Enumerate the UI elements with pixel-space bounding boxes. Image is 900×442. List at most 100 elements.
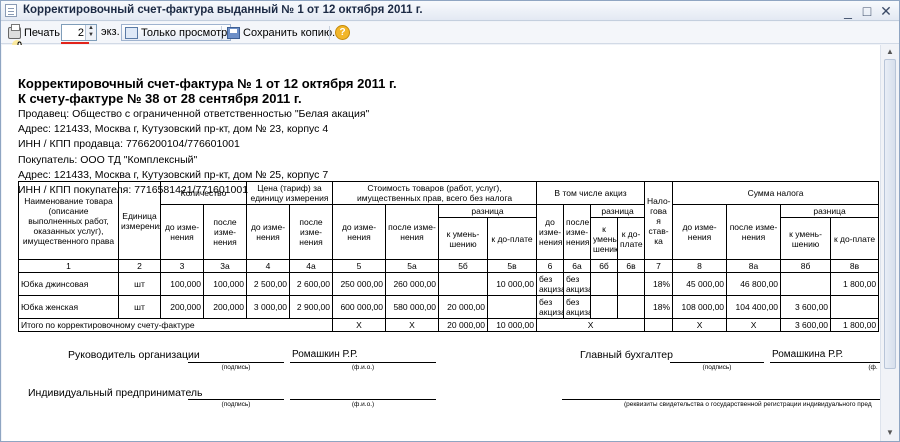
copies-stepper[interactable]: ▲▼ (61, 24, 97, 41)
price-after: 2 900,00 (289, 295, 333, 319)
column-number: 6б (590, 259, 619, 273)
cost-before: 600 000,00 (332, 295, 386, 319)
tax-before: 45 000,00 (672, 272, 728, 296)
tax-rate: 18% (644, 272, 674, 296)
header-decrease: к умень-шению (590, 217, 619, 260)
tax-increase: 1 800,00 (830, 272, 880, 296)
scroll-thumb[interactable] (884, 59, 896, 369)
header-difference: разница (437, 204, 538, 218)
column-number: 5б (438, 259, 488, 273)
total-x: X (332, 318, 386, 332)
column-number: 5а (385, 259, 439, 273)
buyer-address: Адрес: 121433, Москва г, Кутузовский пр-… (18, 169, 329, 181)
header-excise: В том числе акциз (536, 181, 646, 205)
item-name: Юбка джинсовая (18, 272, 119, 296)
maximize-button[interactable]: □ (859, 3, 875, 19)
copies-unit-label: экз. (101, 26, 120, 38)
scroll-down-arrow-icon[interactable]: ▼ (886, 428, 894, 437)
save-copy-button[interactable]: Сохранить копию... (223, 24, 345, 41)
column-number: 6а (563, 259, 592, 273)
column-number: 2 (118, 259, 161, 273)
header-increase: к до-плате (617, 217, 646, 260)
accountant-fio-hint: (ф. (868, 364, 878, 371)
highlight-underline (61, 42, 89, 44)
scroll-up-arrow-icon[interactable]: ▲ (886, 47, 894, 56)
total-label: Итого по корректировочному счету-фактуре (18, 318, 333, 332)
entrepreneur-label: Индивидуальный предприниматель (28, 387, 203, 399)
header-before: до изме-нения (536, 204, 565, 260)
header-after: после изме-нения (289, 204, 333, 260)
entrepreneur-sign-hint: (подпись) (221, 401, 251, 408)
director-fio-hint: (ф.и.о.) (351, 364, 375, 371)
header-decrease: к умень-шению (780, 217, 832, 260)
total-cost-increase: 10 000,00 (486, 318, 538, 332)
tax-increase (830, 295, 880, 319)
close-button[interactable]: ✕ (878, 3, 894, 19)
price-before: 3 000,00 (246, 295, 290, 319)
price-before: 2 500,00 (246, 272, 290, 296)
director-name: Ромашкин Р.Р. (292, 349, 358, 360)
toolbar-separator (221, 26, 222, 40)
table-row: Юбка джинсовая шт 100,000 100,000 2 500,… (18, 272, 880, 296)
excise-after: без акциза (563, 272, 592, 296)
cost-increase (486, 295, 538, 319)
qty-after: 100,000 (203, 272, 247, 296)
excise-increase (617, 295, 646, 319)
column-number: 6 (536, 259, 565, 273)
director-fio-line (290, 362, 436, 363)
column-number: 8 (672, 259, 728, 273)
tax-before: 108 000,00 (672, 295, 728, 319)
document-icon (5, 4, 17, 17)
invoice-table: Наименование товара (описание выполненны… (18, 181, 880, 332)
excise-before: без акциза (536, 295, 565, 319)
vertical-scrollbar[interactable]: ▲ ▼ (880, 45, 899, 441)
header-increase: к до-плате (486, 217, 538, 260)
column-number: 5 (332, 259, 386, 273)
header-quantity: Количество (160, 181, 247, 205)
save-copy-label: Сохранить копию... (243, 27, 342, 39)
minimize-button[interactable]: _ (840, 3, 856, 19)
column-number: 8в (830, 259, 880, 273)
column-number: 8а (726, 259, 782, 273)
header-before: до изме-нения (246, 204, 290, 260)
header-before: до изме-нения (332, 204, 386, 260)
registration-hint: (реквизиты свидетельства о государственн… (624, 401, 872, 408)
accountant-sign-hint: (подпись) (702, 364, 732, 371)
registration-line (562, 399, 880, 400)
header-after: после изме-нения (563, 204, 592, 260)
total-x: X (385, 318, 439, 332)
total-tax-decrease: 3 600,00 (780, 318, 832, 332)
copies-input[interactable] (62, 25, 84, 40)
director-sign-hint: (подпись) (221, 364, 251, 371)
total-cost-decrease: 20 000,00 (438, 318, 488, 332)
entrepreneur-fio-line (290, 399, 436, 400)
column-number: 4а (289, 259, 333, 273)
table-row: Юбка женская шт 200,000 200,000 3 000,00… (18, 295, 880, 319)
window-title: Корректировочный счет-фактура выданный №… (23, 4, 423, 16)
excise-increase (617, 272, 646, 296)
tax-decrease: 3 600,00 (780, 295, 832, 319)
table-header-row: Наименование товара (описание выполненны… (18, 181, 880, 260)
window: Корректировочный счет-фактура выданный №… (0, 0, 900, 442)
header-tax-sum: Сумма налога (672, 181, 880, 205)
document-area: Корректировочный счет-фактура № 1 от 12 … (2, 45, 880, 441)
qty-before: 200,000 (160, 295, 204, 319)
header-cost: Стоимость товаров (работ, услуг), имущес… (331, 181, 538, 205)
title-bar: Корректировочный счет-фактура выданный №… (1, 1, 899, 21)
seller-inn: ИНН / КПП продавца: 7766200104/776601001 (18, 138, 240, 150)
view-only-button[interactable]: Только просмотр (121, 24, 232, 41)
print-button[interactable]: Печать (4, 24, 64, 41)
column-number: 5в (486, 259, 538, 273)
document-title: Корректировочный счет-фактура № 1 от 12 … (18, 76, 397, 91)
view-icon (125, 27, 138, 39)
tax-after: 46 800,00 (726, 272, 782, 296)
accountant-fio-line (770, 362, 880, 363)
item-unit: шт (118, 295, 161, 319)
item-unit: шт (118, 272, 161, 296)
column-number: 6в (617, 259, 646, 273)
tax-rate: 18% (644, 295, 674, 319)
header-unit: Единица измерения (118, 181, 161, 260)
spin-buttons[interactable]: ▲ ▼ (85, 25, 96, 40)
help-button[interactable]: ? (335, 25, 350, 40)
seller-address: Адрес: 121433, Москва г, Кутузовский пр-… (18, 123, 329, 135)
